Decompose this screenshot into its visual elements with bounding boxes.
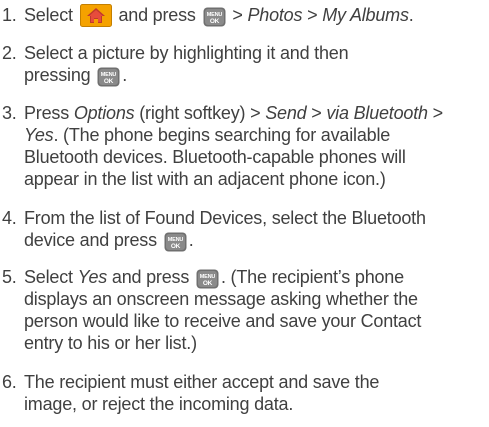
menu-ok-icon: MENU OK [164, 232, 187, 252]
options-softkey-label: Options [73, 103, 135, 123]
menu-ok-icon: MENU OK [203, 7, 226, 27]
step-number: 4. [2, 208, 17, 228]
step-number: 5. [2, 267, 17, 287]
svg-text:OK: OK [104, 78, 114, 85]
menu-path-via-bluetooth: via Bluetooth [326, 103, 428, 123]
svg-text:OK: OK [209, 18, 219, 25]
step-text: The recipient must either accept and sav… [24, 372, 380, 414]
home-icon [79, 4, 112, 27]
step-text: Press Options (right softkey) > Send > v… [24, 103, 443, 189]
step-text: Select and press MENU OK > Photos > My A… [24, 4, 414, 27]
step-text: From the list of Found Devices, select t… [24, 208, 426, 252]
svg-text:OK: OK [203, 280, 213, 287]
step-number: 3. [2, 103, 17, 123]
step-number: 2. [2, 43, 17, 63]
svg-text:OK: OK [171, 243, 181, 250]
step-number: 1. [2, 5, 17, 25]
menu-path-send: Send [265, 103, 307, 123]
menu-path-photos: Photos [247, 5, 303, 25]
step-text: Select a picture by highlighting it and … [24, 43, 349, 87]
menu-path-my-albums: My Albums [322, 5, 409, 25]
step-text: Select Yes and press MENU OK . (The reci… [24, 267, 422, 353]
yes-option-label: Yes [77, 267, 108, 287]
menu-ok-icon: MENU OK [196, 269, 219, 289]
menu-path-yes: Yes [24, 125, 54, 145]
menu-ok-icon: MENU OK [97, 67, 120, 87]
step-number: 6. [2, 372, 17, 392]
